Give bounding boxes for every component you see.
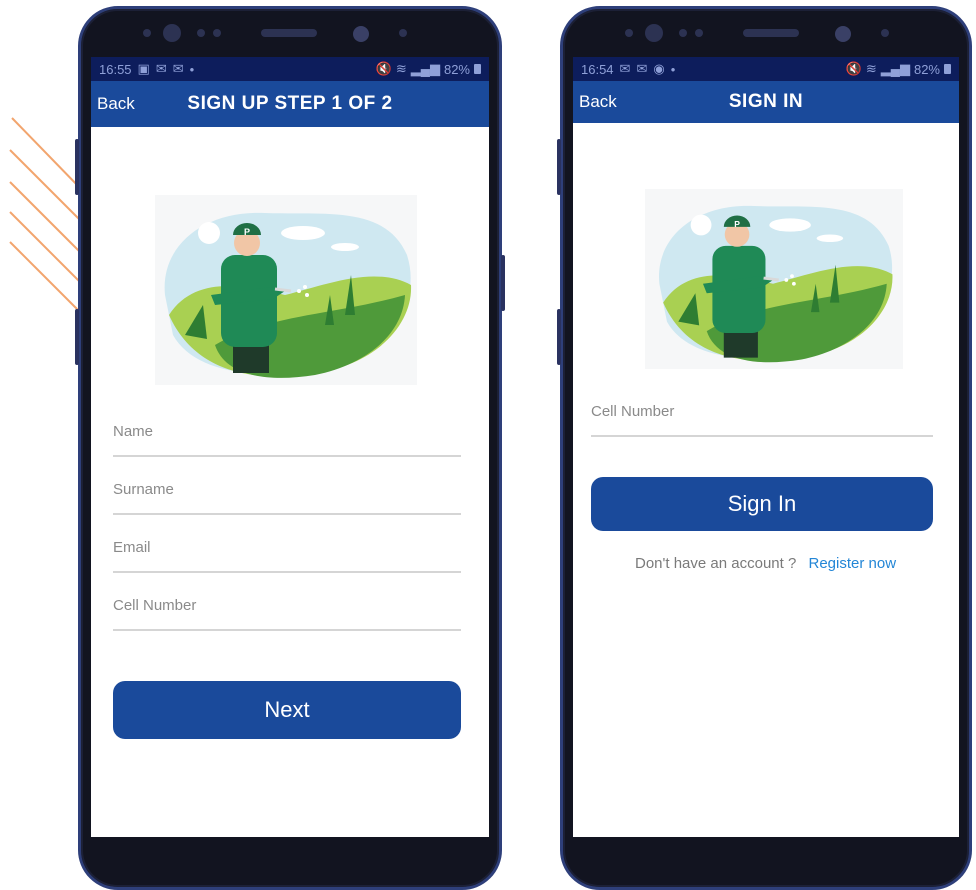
farmer-illustration-svg: P <box>164 212 412 378</box>
sign-in-button[interactable]: Sign In <box>591 477 933 531</box>
cap-badge-letter: P <box>734 219 740 229</box>
dot-icon: • <box>670 61 676 77</box>
messenger-icon: ◉ <box>653 61 665 76</box>
sensor-dot <box>213 29 221 37</box>
sensor-dot <box>197 29 205 37</box>
phone-signin: 16:54 ✉ ✉ ◉ • 🔇 ≋ ▂▄▆ 82% Back SIGN IN P… <box>557 6 972 890</box>
signal-icon: ▂▄▆ <box>410 61 440 76</box>
power-button <box>501 255 505 311</box>
farmer-illustration: P <box>155 195 417 385</box>
battery-percent: 82% <box>443 61 470 77</box>
front-camera <box>163 24 181 42</box>
volume-button <box>557 139 561 195</box>
email-field[interactable] <box>113 539 461 573</box>
farmer-illustration: P <box>645 189 903 369</box>
page-title: SIGN IN <box>728 91 804 112</box>
page-title: SIGN UP STEP 1 OF 2 <box>187 93 393 114</box>
email-input[interactable] <box>113 539 461 556</box>
sensor-dot <box>143 29 151 37</box>
cell-number-input[interactable] <box>113 597 461 614</box>
app-header: Back SIGN IN <box>573 81 959 123</box>
sensor-dot <box>695 29 703 37</box>
front-camera <box>645 24 663 42</box>
surname-input[interactable] <box>113 481 461 498</box>
status-bar: 16:54 ✉ ✉ ◉ • 🔇 ≋ ▂▄▆ 82% <box>573 57 959 81</box>
sensor-dot <box>881 29 889 37</box>
phone-signup: 16:55 ▣ ✉ ✉ • 🔇 ≋ ▂▄▆ 82% Back SIGN UP S… <box>75 6 505 890</box>
cap-badge-letter: P <box>244 227 250 237</box>
signal-icon: ▂▄▆ <box>880 61 910 76</box>
wifi-icon: ≋ <box>865 61 877 76</box>
mute-icon: 🔇 <box>845 61 862 76</box>
name-field[interactable] <box>113 423 461 457</box>
camera-bar <box>563 23 969 47</box>
register-now-link[interactable]: Register now <box>808 555 896 572</box>
bixby-button <box>557 309 561 365</box>
cell-number-field[interactable] <box>113 597 461 631</box>
dot-icon: • <box>189 61 195 77</box>
status-time: 16:55 <box>99 61 132 77</box>
status-bar: 16:55 ▣ ✉ ✉ • 🔇 ≋ ▂▄▆ 82% <box>91 57 489 81</box>
register-row: Don't have an account ? Register now <box>635 555 896 572</box>
mail-icon: ✉ <box>172 61 184 76</box>
back-button[interactable]: Back <box>97 94 135 114</box>
wifi-icon: ≋ <box>395 61 407 76</box>
name-input[interactable] <box>113 423 461 440</box>
bottom-bezel <box>573 837 959 863</box>
volume-button <box>75 139 79 195</box>
battery-icon <box>474 64 481 74</box>
status-time: 16:54 <box>581 61 614 77</box>
mail-icon: ✉ <box>636 61 648 76</box>
sensor-dot <box>679 29 687 37</box>
screen-signup: 16:55 ▣ ✉ ✉ • 🔇 ≋ ▂▄▆ 82% Back SIGN UP S… <box>91 57 489 863</box>
sensor-dot <box>625 29 633 37</box>
earpiece-speaker <box>743 29 799 37</box>
bottom-bezel <box>91 837 489 863</box>
screen-signin: 16:54 ✉ ✉ ◉ • 🔇 ≋ ▂▄▆ 82% Back SIGN IN P… <box>573 57 959 863</box>
image-icon: ▣ <box>137 61 150 76</box>
bixby-button <box>75 309 79 365</box>
surname-field[interactable] <box>113 481 461 515</box>
sensor-dot <box>399 29 407 37</box>
mute-icon: 🔇 <box>375 61 392 76</box>
battery-percent: 82% <box>913 61 940 77</box>
earpiece-speaker <box>261 29 317 37</box>
mail-icon: ✉ <box>155 61 167 76</box>
register-prompt: Don't have an account ? <box>635 555 797 572</box>
cell-number-input[interactable] <box>591 403 933 420</box>
next-button[interactable]: Next <box>113 681 461 739</box>
cell-number-field[interactable] <box>591 403 933 437</box>
iris-scanner <box>353 26 369 42</box>
app-header: Back SIGN UP STEP 1 OF 2 <box>91 81 489 127</box>
camera-bar <box>81 23 499 47</box>
iris-scanner <box>835 26 851 42</box>
back-button[interactable]: Back <box>579 92 617 112</box>
battery-icon <box>944 64 951 74</box>
mail-icon: ✉ <box>619 61 631 76</box>
farmer-illustration-svg: P <box>659 205 893 363</box>
